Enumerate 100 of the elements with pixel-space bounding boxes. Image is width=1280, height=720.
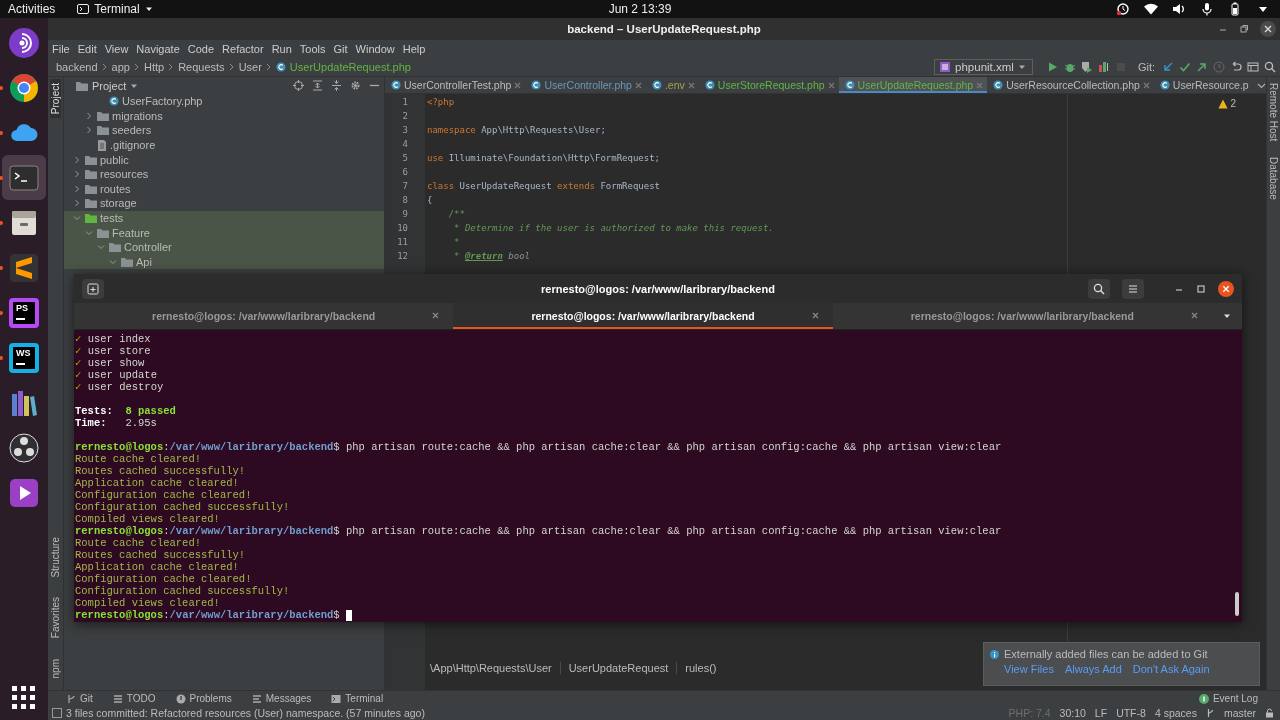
search-icon[interactable] — [1264, 61, 1276, 73]
editor-tab[interactable]: UserResource.p — [1153, 77, 1253, 93]
menu-item[interactable]: Run — [267, 43, 296, 55]
microphone-icon[interactable] — [1200, 2, 1214, 16]
run-config-dropdown[interactable]: phpunit.xml — [934, 59, 1033, 75]
file-encoding[interactable]: UTF-8 — [1116, 707, 1146, 719]
editor-tab[interactable]: .env — [645, 77, 699, 93]
menu-item[interactable]: Tools — [295, 43, 330, 55]
close-icon[interactable] — [1260, 21, 1276, 37]
wifi-icon[interactable] — [1144, 2, 1158, 16]
code-breadcrumb[interactable]: \App\Http\Requests\User — [430, 662, 560, 674]
activities-button[interactable]: Activities — [8, 2, 56, 16]
app-menu[interactable]: Terminal — [77, 2, 153, 16]
close-icon[interactable] — [1218, 280, 1234, 297]
breadcrumb-item[interactable]: Requests — [178, 61, 225, 73]
volume-icon[interactable] — [1172, 2, 1186, 16]
tool-window-tab[interactable]: Database — [1268, 153, 1279, 205]
tool-window-tab[interactable]: TODO — [126, 693, 156, 704]
tool-window-tab[interactable]: Terminal — [345, 693, 384, 704]
menu-item[interactable]: Git — [329, 43, 352, 55]
tree-item[interactable]: storage — [100, 197, 137, 210]
breadcrumb-item[interactable]: app — [111, 61, 130, 73]
bug-icon[interactable] — [1063, 61, 1076, 73]
breadcrumb-item[interactable]: User — [238, 61, 262, 73]
menu-item[interactable]: Navigate — [132, 43, 184, 55]
menu-item[interactable]: File — [48, 43, 74, 55]
notification-link[interactable]: View Files — [1004, 663, 1054, 675]
browser-icon[interactable] — [0, 72, 39, 103]
tool-window-tab[interactable]: Problems — [189, 693, 232, 704]
app-grid-icon[interactable] — [12, 686, 36, 710]
menu-item[interactable]: Refactor — [218, 43, 268, 55]
editor-tab[interactable]: UserController.php — [525, 77, 646, 93]
menu-item[interactable]: Code — [183, 43, 219, 55]
clock[interactable]: Jun 2 13:39 — [608, 2, 672, 16]
menu-item[interactable]: Help — [398, 43, 430, 55]
tree-item[interactable]: .gitignore — [110, 139, 156, 152]
locate-icon[interactable] — [293, 80, 304, 91]
notification-link[interactable]: Don't Ask Again — [1132, 663, 1210, 675]
collapse-all-icon[interactable] — [331, 80, 342, 91]
menu-button[interactable] — [1122, 278, 1144, 299]
tree-item[interactable]: routes — [100, 182, 131, 195]
breadcrumb-item[interactable]: UserUpdateRequest.php — [289, 61, 411, 73]
terminal-icon[interactable] — [0, 162, 39, 193]
notification-link[interactable]: Always Add — [1064, 663, 1122, 675]
tree-item[interactable]: public — [100, 153, 129, 166]
tool-window-tab[interactable]: Event Log — [1212, 693, 1258, 704]
editor-tab[interactable]: UserStoreRequest.php — [698, 77, 839, 93]
check-icon[interactable] — [1179, 61, 1191, 73]
code-breadcrumb[interactable]: UserUpdateRequest — [559, 662, 677, 674]
stripes-icon[interactable] — [0, 252, 39, 283]
indent-setting[interactable]: 4 spaces — [1154, 707, 1197, 719]
window-layout-icon[interactable] — [1247, 61, 1259, 73]
terminal-tab[interactable]: rernesto@logos: /var/www/laribrary/backend — [74, 303, 454, 329]
arrow-icon[interactable] — [1162, 61, 1174, 73]
tool-window-tab[interactable]: Structure — [50, 532, 61, 582]
run-icon[interactable] — [1046, 61, 1059, 73]
project-dropdown[interactable]: Project — [76, 79, 139, 92]
arrow-icon[interactable] — [1196, 61, 1208, 73]
tool-window-tab[interactable]: Remote Host — [1268, 79, 1279, 146]
tree-item[interactable]: UserFactory.php — [122, 95, 203, 108]
menu-item[interactable]: Window — [351, 43, 399, 55]
tool-window-tab[interactable]: Messages — [265, 693, 312, 704]
tool-window-tab[interactable]: Favorites — [50, 593, 61, 643]
tree-item[interactable]: Controller — [124, 241, 172, 254]
new-tab-button[interactable] — [82, 278, 104, 299]
scrollbar[interactable] — [1235, 592, 1239, 616]
search-button[interactable] — [1088, 278, 1110, 299]
tree-item[interactable]: Api — [136, 255, 152, 268]
shield-run-icon[interactable] — [1080, 61, 1093, 73]
menu-item[interactable]: View — [100, 43, 133, 55]
terminal-tab[interactable]: rernesto@logos: /var/www/laribrary/backend — [453, 303, 833, 329]
restore-icon[interactable] — [1239, 24, 1249, 34]
tree-item[interactable]: seeders — [112, 124, 152, 137]
undo-icon[interactable] — [1230, 61, 1242, 73]
warning-count[interactable]: 2 — [1230, 98, 1236, 109]
maximize-icon[interactable] — [1196, 283, 1206, 294]
tree-item[interactable]: tests — [100, 212, 124, 225]
tool-window-tab[interactable]: npm — [50, 654, 61, 682]
caret-icon[interactable] — [144, 5, 153, 13]
lock-icon[interactable] — [1265, 708, 1274, 718]
code-breadcrumb[interactable]: rules() — [676, 662, 725, 674]
cursor-position[interactable]: 30:10 — [1059, 707, 1086, 719]
tree-item[interactable]: migrations — [112, 109, 163, 122]
expand-all-icon[interactable] — [312, 80, 323, 91]
editor-tab[interactable]: UserResourceCollection.php — [987, 77, 1154, 93]
caret-icon[interactable] — [1223, 312, 1231, 320]
battery-icon[interactable] — [1228, 2, 1242, 16]
tree-item[interactable]: resources — [100, 168, 149, 181]
tool-window-tab[interactable]: Git — [80, 693, 93, 704]
editor-tab[interactable]: UserControllerTest.php — [385, 77, 526, 93]
breadcrumb-item[interactable]: Http — [143, 61, 165, 73]
editor-tab[interactable]: UserUpdateRequest.php — [838, 77, 988, 93]
breadcrumb-item[interactable]: backend — [56, 61, 98, 73]
settings-icon[interactable] — [350, 80, 361, 91]
tool-window-tab[interactable]: Project — [50, 79, 61, 119]
git-branch[interactable]: master — [1223, 707, 1256, 719]
line-separator[interactable]: LF — [1094, 707, 1108, 719]
tree-item[interactable]: Feature — [112, 226, 150, 239]
menu-item[interactable]: Edit — [73, 43, 101, 55]
terminal-tab[interactable]: rernesto@logos: /var/www/laribrary/backend — [832, 303, 1212, 329]
